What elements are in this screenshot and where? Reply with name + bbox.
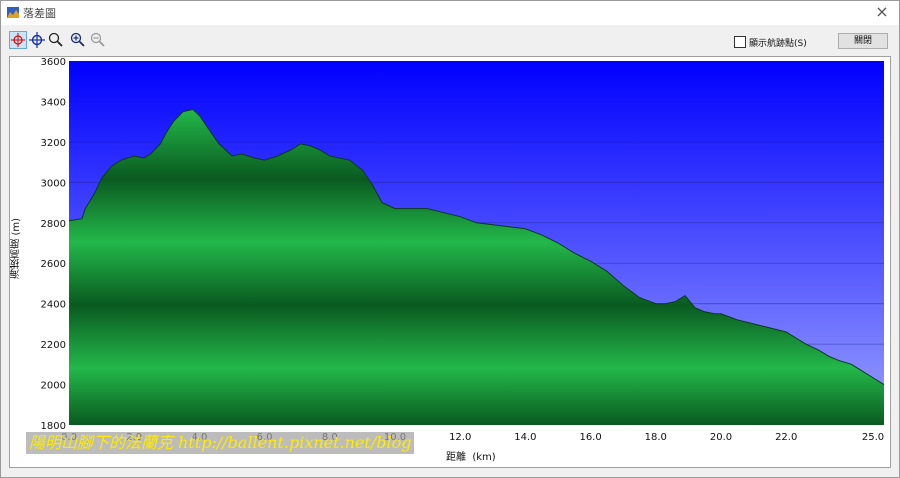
y-tick-label: 3200 — [41, 138, 66, 149]
y-tick-label: 2600 — [41, 259, 66, 270]
elevation-chart: 1800 2000 2200 2400 2600 2800 3000 3200 3400 3600… — [41, 57, 885, 443]
y-tick-label: 3000 — [41, 178, 66, 189]
x-tick-label: 12.0 — [449, 432, 471, 443]
y-tick-label: 2800 — [41, 219, 66, 230]
x-tick-label: 20.0 — [710, 432, 732, 443]
x-tick-label: 25.0 — [862, 432, 884, 443]
x-tick-label: 16.0 — [579, 432, 601, 443]
y-tick-label: 2200 — [41, 340, 66, 351]
y-tick-label: 3600 — [41, 57, 66, 68]
x-tick-label: 18.0 — [645, 432, 667, 443]
x-axis-label: 距離 (km) — [446, 452, 496, 463]
y-axis-ticks: 1800 2000 2200 2400 2600 2800 3000 3200 3400 3600 — [41, 57, 66, 432]
watermark: 陽明山腳下的法蘭克 http://ballent.pixnet.net/blog — [26, 432, 415, 454]
y-axis-label: 海拔高度 (m) — [11, 218, 22, 279]
y-tick-label: 1800 — [41, 421, 66, 432]
y-tick-label: 2000 — [41, 381, 66, 392]
x-tick-label: 22.0 — [775, 432, 797, 443]
y-tick-label: 2400 — [41, 300, 66, 311]
x-tick-label: 14.0 — [514, 432, 536, 443]
y-tick-label: 3400 — [41, 97, 66, 108]
